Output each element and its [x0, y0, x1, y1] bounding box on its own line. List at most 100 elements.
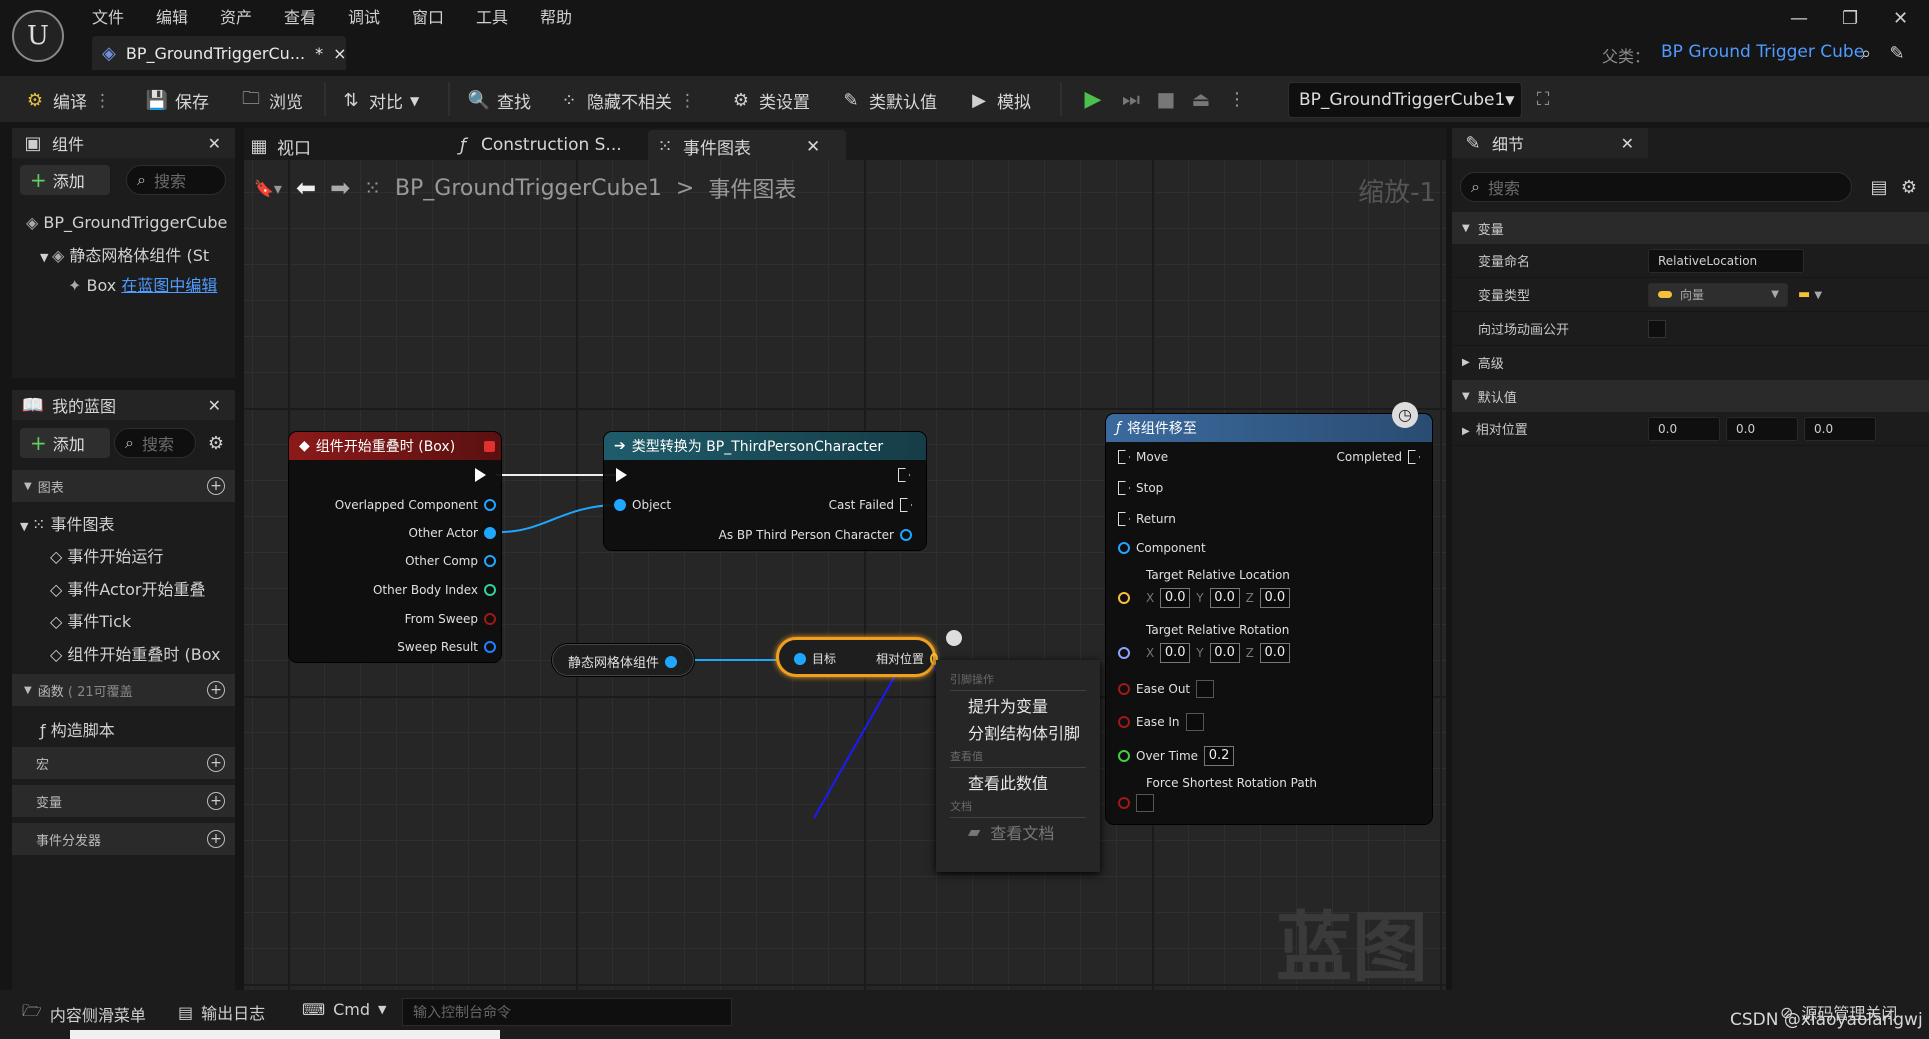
close-panel-icon[interactable]: ✕	[1621, 134, 1634, 153]
debug-object-select[interactable]: BP_GroundTriggerCube1 ▼	[1288, 82, 1522, 118]
add-variable-icon[interactable]: +	[207, 792, 225, 810]
event-graph-canvas[interactable]: 🔖▾ ⬅ ➡ ⁙ BP_GroundTriggerCube1 > 事件图表 缩放…	[244, 160, 1446, 990]
over-time-pin[interactable]: Over Time 0.2	[1118, 746, 1235, 766]
add-dispatcher-icon[interactable]: +	[207, 830, 225, 848]
diff-button[interactable]: ⇅ 对比 ▼	[340, 88, 419, 113]
var-name-input[interactable]: RelativeLocation	[1648, 248, 1804, 273]
mesh-variable-output-pin[interactable]: 静态网格体组件	[568, 652, 678, 671]
cmd-select[interactable]: ⌨ Cmd ▼	[302, 1000, 386, 1019]
component-root[interactable]: ◈ BP_GroundTriggerCube	[26, 213, 227, 232]
rel-loc-x-input[interactable]: 0.0	[1648, 416, 1720, 441]
component-search-input[interactable]: ⌕ 搜索	[126, 165, 226, 195]
close-window-button[interactable]: ✕	[1893, 8, 1908, 29]
details-advanced-category[interactable]: ▶ 高级	[1452, 346, 1929, 378]
add-function-icon[interactable]: +	[207, 681, 225, 699]
target-rotation-pin[interactable]: X 0.0 Y 0.0 Z 0.0	[1118, 643, 1290, 663]
play-icon[interactable]: ▶	[1082, 87, 1104, 112]
edit-in-blueprint-link[interactable]: 在蓝图中编辑	[121, 276, 217, 295]
menu-tools[interactable]: 工具	[476, 4, 508, 28]
node-component-begin-overlap[interactable]: ◆ 组件开始重叠时 (Box)	[289, 432, 501, 662]
ease-out-pin[interactable]: Ease Out	[1118, 680, 1215, 698]
add-graph-icon[interactable]: +	[207, 477, 225, 495]
add-component-button[interactable]: + 添加	[20, 165, 110, 195]
class-defaults-button[interactable]: ✎ 类默认值	[840, 88, 937, 113]
object-pin[interactable]: Object	[614, 498, 671, 512]
functions-category[interactable]: ▼ 函数 ( 21可覆盖 +	[12, 674, 235, 706]
settings-gear-icon[interactable]: ⚙	[1898, 176, 1920, 198]
value-input[interactable]: 0.0	[1259, 643, 1290, 663]
over-time-input[interactable]: 0.2	[1204, 746, 1235, 766]
breadcrumb-graph[interactable]: 事件图表	[708, 172, 796, 204]
component-pin[interactable]: Component	[1118, 541, 1206, 555]
value-input[interactable]: 0.0	[1160, 643, 1191, 663]
details-variable-category[interactable]: ▼ 变量	[1452, 212, 1929, 244]
expand-arrow-icon[interactable]: ▶	[1462, 426, 1470, 437]
tab-construction[interactable]: ƒ Construction S...	[452, 134, 622, 156]
target-pin[interactable]: 目标	[794, 650, 836, 667]
grid-view-icon[interactable]: ▤	[1868, 176, 1890, 198]
ease-in-checkbox[interactable]	[1185, 713, 1204, 731]
find-button[interactable]: 🔍 查找	[468, 88, 531, 113]
details-defaults-category[interactable]: ▼ 默认值	[1452, 380, 1929, 412]
menu-view[interactable]: 查看	[284, 4, 316, 28]
compile-button[interactable]: ⚙ 编译 ⋮	[24, 88, 111, 113]
rel-loc-z-input[interactable]: 0.0	[1804, 416, 1876, 441]
event-item[interactable]: ◇ 事件Actor开始重叠	[50, 576, 206, 600]
back-arrow-icon[interactable]: ⬅	[296, 174, 316, 202]
menu-window[interactable]: 窗口	[412, 4, 444, 28]
value-input[interactable]: 0.0	[1209, 643, 1240, 663]
edit-pencil-icon[interactable]: ✎	[1886, 42, 1908, 64]
other-comp-pin[interactable]: Other Comp	[405, 554, 496, 568]
menu-debug[interactable]: 调试	[348, 4, 380, 28]
output-log-button[interactable]: ▤ 输出日志	[178, 1000, 265, 1024]
container-type-select[interactable]: ▬ ▼	[1798, 287, 1822, 302]
tab-viewport[interactable]: ▦ 视口	[248, 134, 311, 159]
ease-out-checkbox[interactable]	[1196, 680, 1215, 698]
restore-button[interactable]: ❐	[1842, 8, 1858, 29]
close-tab-icon[interactable]: ✕	[806, 137, 820, 157]
exec-in-pin[interactable]	[616, 468, 627, 482]
delegate-pin-icon[interactable]	[484, 440, 495, 452]
search-icon[interactable]: ⌕	[1855, 42, 1877, 64]
cast-failed-pin[interactable]: Cast Failed	[829, 498, 912, 512]
add-member-button[interactable]: + 添加	[20, 428, 110, 458]
component-box[interactable]: ✦ Box 在蓝图中编辑	[68, 272, 235, 296]
relative-location-pin[interactable]: 相对位置	[876, 650, 939, 667]
console-input[interactable]: 输入控制台命令	[402, 998, 732, 1026]
parent-class-link[interactable]: BP Ground Trigger Cube	[1661, 42, 1864, 62]
tab-event-graph-content[interactable]: ⁙ 事件图表 ✕	[654, 134, 820, 159]
breadcrumb-blueprint[interactable]: BP_GroundTriggerCube1	[395, 176, 662, 201]
ctx-split-struct-pin[interactable]: 分割结构体引脚	[936, 718, 1100, 745]
class-settings-button[interactable]: ⚙ 类设置	[730, 88, 810, 113]
stop-exec-pin[interactable]: Stop	[1118, 481, 1163, 495]
content-drawer-button[interactable]: 🗁 内容侧滑菜单	[22, 1000, 146, 1027]
ctx-promote-to-variable[interactable]: 提升为变量	[936, 691, 1100, 718]
eject-icon[interactable]: ⏏	[1190, 87, 1212, 111]
other-actor-pin[interactable]: Other Actor	[409, 526, 496, 540]
exec-out-pin[interactable]	[475, 468, 486, 482]
event-item[interactable]: ◇ 组件开始重叠时 (Box	[50, 641, 235, 665]
var-type-select[interactable]: 向量 ▼	[1648, 282, 1788, 307]
component-static-mesh[interactable]: ▼ ◈ 静态网格体组件 (St	[40, 242, 235, 266]
save-button[interactable]: 💾 保存	[146, 88, 209, 113]
hide-unrelated-button[interactable]: ⁘ 隐藏不相关 ⋮	[558, 88, 696, 113]
variables-category[interactable]: 变量 +	[12, 785, 235, 817]
other-body-index-pin[interactable]: Other Body Index	[373, 583, 496, 597]
event-graph-item[interactable]: ▼ ⁙ 事件图表	[20, 511, 114, 535]
target-location-pin[interactable]: X 0.0 Y 0.0 Z 0.0	[1118, 588, 1290, 608]
value-input[interactable]: 0.0	[1259, 588, 1290, 608]
menu-help[interactable]: 帮助	[540, 4, 572, 28]
stop-icon[interactable]: ■	[1155, 87, 1177, 111]
menu-asset[interactable]: 资产	[220, 4, 252, 28]
add-macro-icon[interactable]: +	[207, 754, 225, 772]
debug-filter-icon[interactable]: ⛶	[1532, 88, 1554, 110]
macros-category[interactable]: 宏 +	[12, 747, 235, 779]
menu-edit[interactable]: 编辑	[156, 4, 188, 28]
rel-loc-y-input[interactable]: 0.0	[1726, 416, 1798, 441]
simulate-button[interactable]: ▶ 模拟	[968, 88, 1031, 113]
as-character-pin[interactable]: As BP Third Person Character	[719, 528, 912, 542]
bookmark-icon[interactable]: 🔖▾	[254, 179, 282, 198]
ctx-watch-value[interactable]: 查看此数值	[936, 768, 1100, 795]
force-shortest-checkbox[interactable]	[1136, 794, 1154, 812]
ease-in-pin[interactable]: Ease In	[1118, 713, 1204, 731]
